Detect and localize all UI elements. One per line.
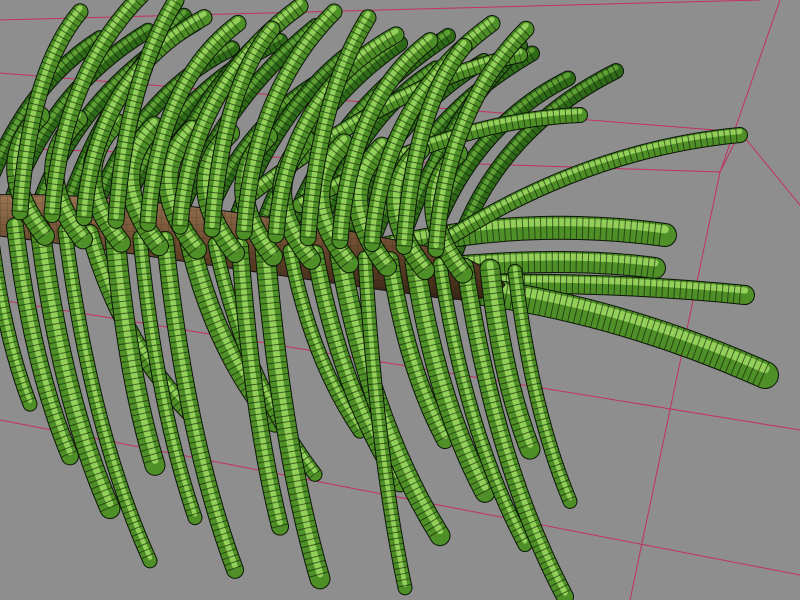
viewport-canvas[interactable] bbox=[0, 0, 800, 600]
3d-viewport[interactable] bbox=[0, 0, 800, 600]
front-needle-group bbox=[0, 0, 578, 600]
